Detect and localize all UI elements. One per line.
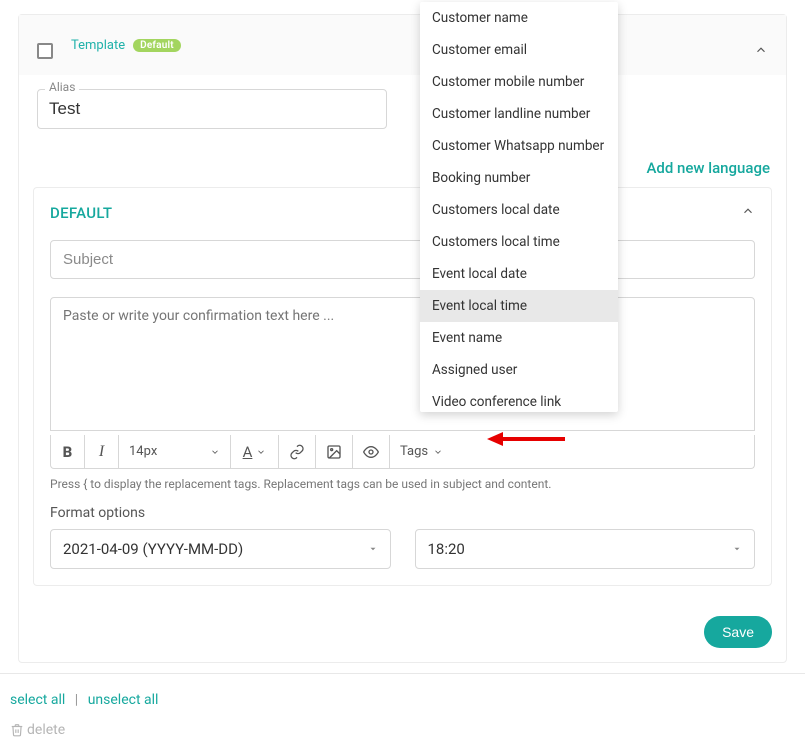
tags-dropdown-item[interactable]: Customer email [420,34,618,66]
format-options-label: Format options [50,505,755,521]
tags-dropdown-scroll[interactable]: Customer nameCustomer emailCustomer mobi… [420,2,618,412]
trash-icon [10,723,24,737]
default-badge: Default [133,39,181,52]
tags-dropdown-item[interactable]: Customers local date [420,194,618,226]
template-checkbox[interactable] [37,43,53,59]
tags-dropdown[interactable]: Customer nameCustomer emailCustomer mobi… [420,2,618,412]
delete-button[interactable]: delete [10,722,795,738]
tags-dropdown-item[interactable]: Customer mobile number [420,66,618,98]
template-label: Template [71,38,125,53]
delete-label: delete [27,722,65,738]
save-button[interactable]: Save [704,616,772,648]
link-button[interactable] [279,435,316,468]
image-icon [326,444,342,460]
collapse-template-icon[interactable] [754,43,768,61]
italic-button[interactable]: I [85,435,119,468]
separator: | [75,692,78,708]
help-text: Press { to display the replacement tags.… [50,477,755,491]
alias-label: Alias [45,80,79,94]
language-section: DEFAULT B I 14px A [33,187,772,586]
time-format-value: 18:20 [428,540,465,558]
preview-button[interactable] [353,435,390,468]
tags-dropdown-item[interactable]: Customer name [420,2,618,34]
date-format-value: 2021-04-09 (YYYY-MM-DD) [63,540,243,558]
chevron-down-icon [433,447,443,457]
tags-dropdown-item[interactable]: Customers local time [420,226,618,258]
time-format-select[interactable]: 18:20 [415,529,756,569]
unselect-all-link[interactable]: unselect all [88,692,159,708]
footer: select all | unselect all delete [0,673,805,744]
tags-dropdown-item[interactable]: Assigned user [420,354,618,386]
chevron-down-icon [256,447,266,457]
bold-button[interactable]: B [51,435,85,468]
date-format-select[interactable]: 2021-04-09 (YYYY-MM-DD) [50,529,391,569]
section-title: DEFAULT [50,204,755,222]
collapse-section-icon[interactable] [741,204,755,222]
chevron-down-icon [210,447,220,457]
alias-input[interactable] [37,89,387,129]
font-size-value: 14px [129,444,157,459]
text-color-button[interactable]: A [231,435,279,468]
add-language-link[interactable]: Add new language [646,159,770,177]
image-button[interactable] [316,435,353,468]
template-header: Template Default [19,15,786,75]
eye-icon [363,444,379,460]
tags-dropdown-item[interactable]: Video conference link [420,386,618,412]
tags-dropdown-item[interactable]: Customer Whatsapp number [420,130,618,162]
select-all-link[interactable]: select all [10,692,65,708]
font-size-select[interactable]: 14px [119,435,231,468]
tags-button[interactable]: Tags [390,435,453,468]
caret-down-icon [368,544,378,554]
tags-dropdown-item[interactable]: Booking number [420,162,618,194]
template-card: Template Default Alias Add new language … [18,14,787,663]
link-icon [289,444,305,460]
tags-dropdown-item[interactable]: Event local date [420,258,618,290]
tags-dropdown-item[interactable]: Event local time [420,290,618,322]
subject-input[interactable] [50,240,755,279]
editor-toolbar: B I 14px A [50,435,755,469]
caret-down-icon [732,544,742,554]
tags-dropdown-item[interactable]: Customer landline number [420,98,618,130]
tags-label: Tags [400,444,428,459]
content-editor[interactable] [50,297,755,431]
tags-dropdown-item[interactable]: Event name [420,322,618,354]
